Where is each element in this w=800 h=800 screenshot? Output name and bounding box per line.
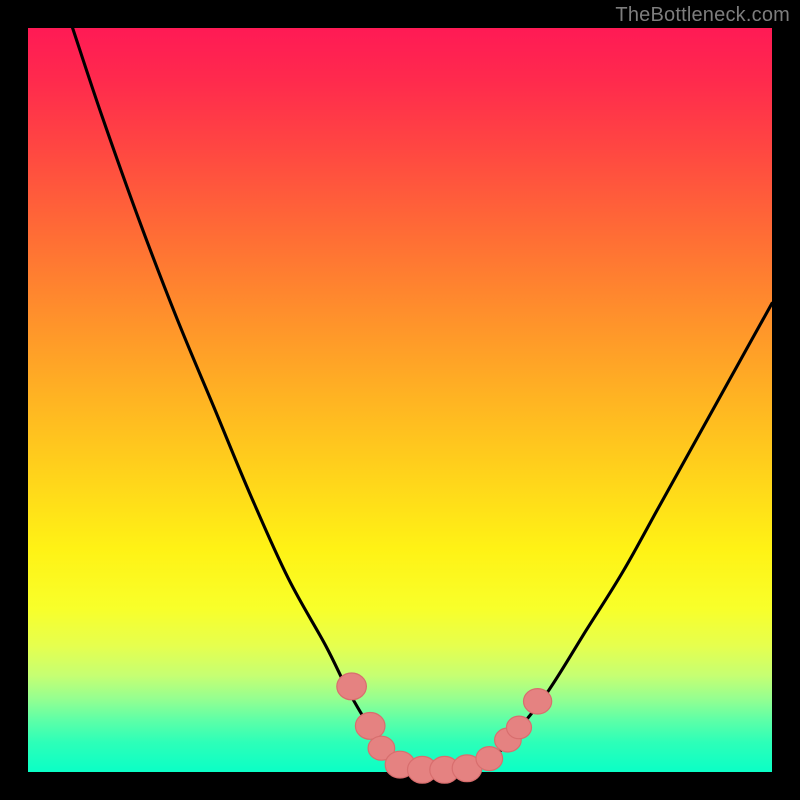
- curve-markers: [337, 673, 552, 783]
- watermark-label: TheBottleneck.com: [615, 4, 790, 27]
- plot-area: [28, 28, 772, 772]
- curve-marker: [355, 713, 385, 740]
- bottleneck-curve-path: [73, 28, 772, 771]
- curve-marker: [507, 716, 532, 739]
- bottleneck-curve-svg: [28, 28, 772, 772]
- chart-frame: TheBottleneck.com: [0, 0, 800, 800]
- curve-marker: [476, 747, 503, 771]
- curve-marker: [337, 673, 367, 700]
- curve-marker: [524, 689, 552, 714]
